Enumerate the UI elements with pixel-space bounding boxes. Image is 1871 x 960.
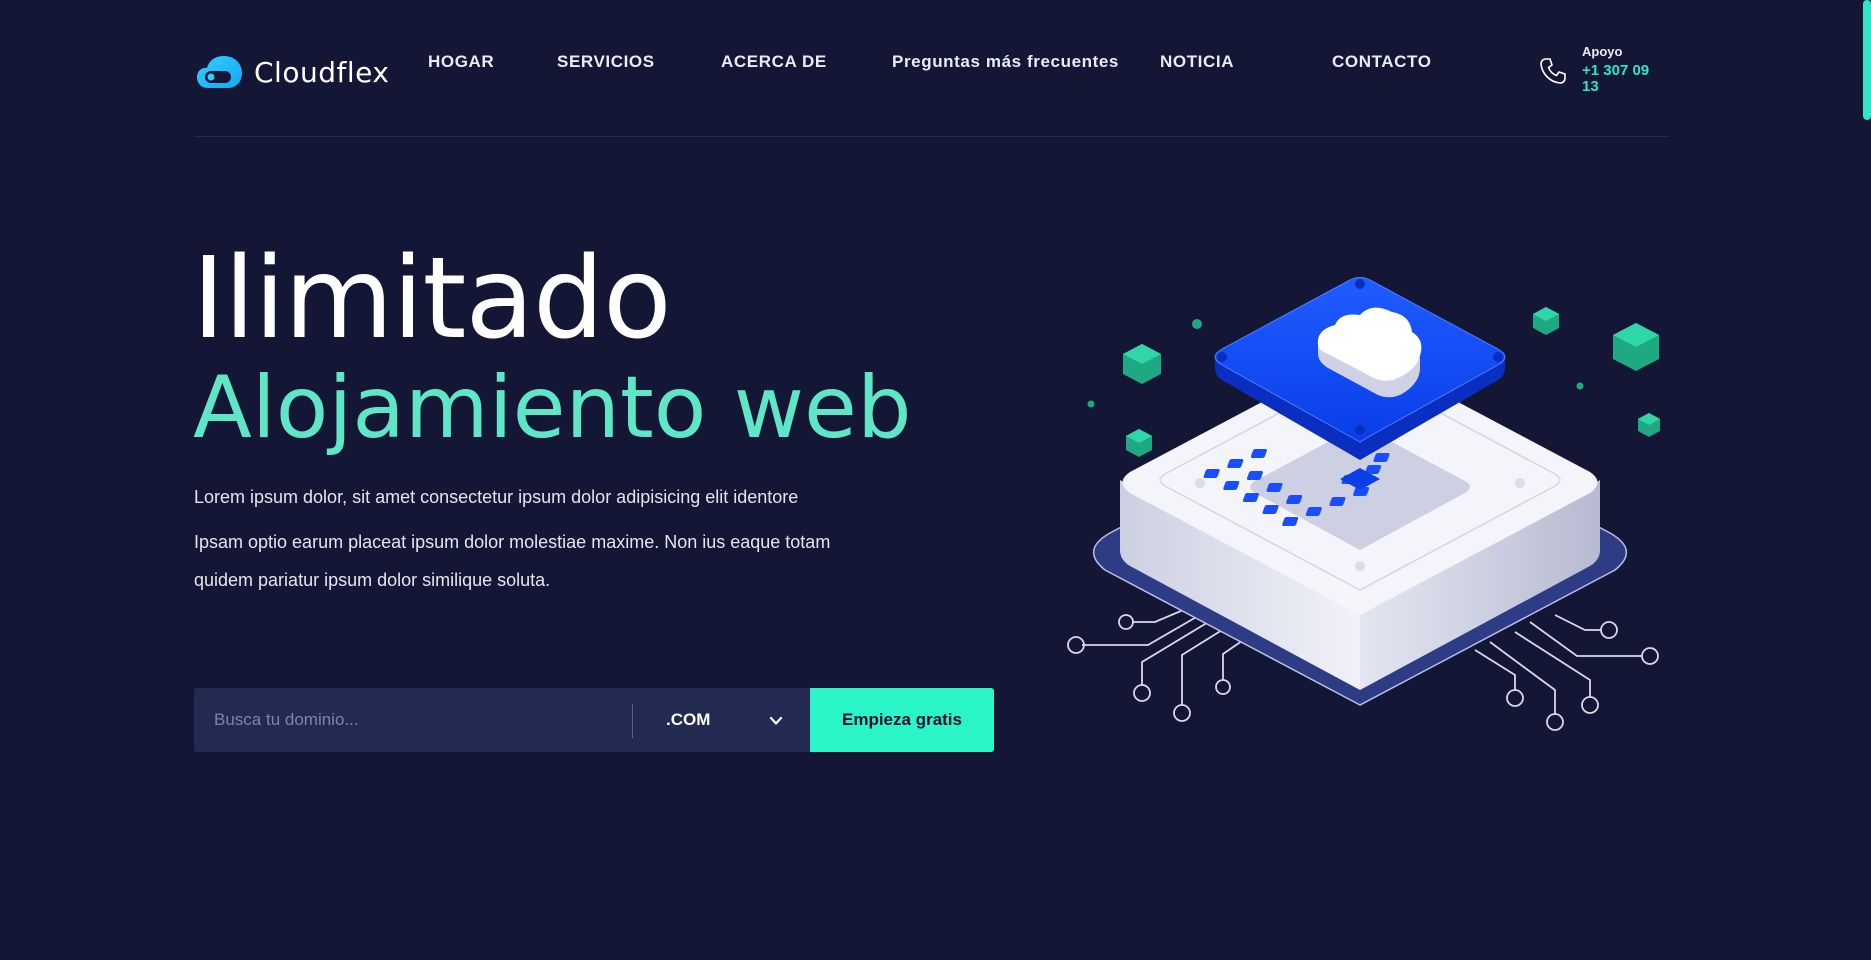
hero-title-line-2: Alojamiento web xyxy=(193,358,912,458)
site-header: Cloudflex HOGAR SERVICIOS ACERCA DE Preg… xyxy=(194,0,1669,137)
circuit-lines-right xyxy=(1474,614,1659,731)
nav-item-noticia[interactable]: NOTICIA xyxy=(1160,52,1234,72)
domain-search-input[interactable] xyxy=(194,688,632,752)
hero-title-line-1: Ilimitado xyxy=(192,234,672,364)
page: Cloudflex HOGAR SERVICIOS ACERCA DE Preg… xyxy=(0,0,1871,960)
nav-item-acerca-de[interactable]: ACERCA DE xyxy=(721,52,827,72)
phone-icon xyxy=(1540,58,1566,84)
hero-description-2: Ipsam optio earum placeat ipsum dolor mo… xyxy=(194,532,831,590)
brand-name: Cloudflex xyxy=(254,55,390,89)
nav-item-preguntas[interactable]: Preguntas más frecuentes xyxy=(892,52,1119,72)
search-divider xyxy=(632,704,633,738)
logo[interactable]: Cloudflex xyxy=(196,52,389,92)
nav-item-servicios[interactable]: SERVICIOS xyxy=(557,52,655,72)
nav-item-hogar[interactable]: HOGAR xyxy=(428,52,494,72)
tld-selected-value: .COM xyxy=(666,710,711,729)
domain-search-form: .COM Empieza gratis xyxy=(194,688,994,752)
hero-description: Lorem ipsum dolor, sit amet consectetur … xyxy=(194,486,894,599)
scrollbar-thumb[interactable] xyxy=(1863,0,1871,120)
hero-description-1: Lorem ipsum dolor, sit amet consectetur … xyxy=(194,487,799,507)
support-label: Apoyo xyxy=(1582,44,1623,59)
start-free-button[interactable]: Empieza gratis xyxy=(810,688,994,752)
support-contact[interactable]: Apoyo +1 307 09 13 xyxy=(1538,44,1678,100)
nav-item-contacto[interactable]: CONTACTO xyxy=(1332,52,1432,72)
cloud-logo-icon xyxy=(197,56,242,88)
chevron-down-icon xyxy=(769,716,783,725)
tld-select[interactable]: .COM xyxy=(634,688,810,752)
support-phone-number[interactable]: +1 307 09 13 xyxy=(1582,63,1662,95)
cloud-server-illustration xyxy=(1067,277,1660,731)
